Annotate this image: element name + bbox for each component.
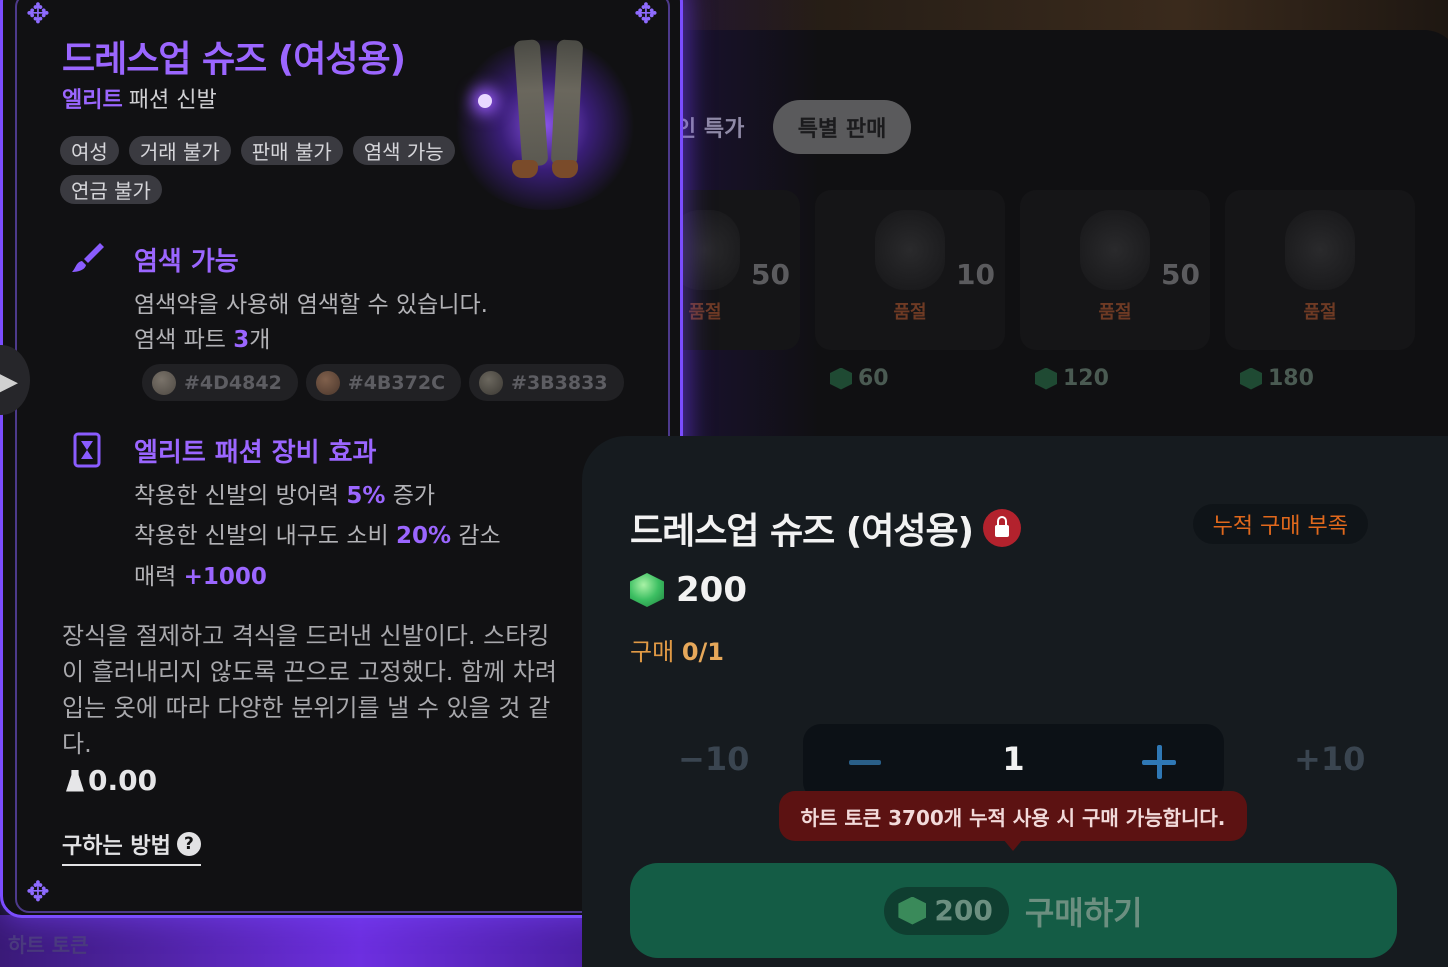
dye-title: 염색 가능 xyxy=(134,247,239,277)
price-value: 120 xyxy=(1063,366,1109,391)
corner-ornament-icon: ✥ xyxy=(634,0,658,30)
purchase-requirement-tooltip: 하트 토큰 3700개 누적 사용 시 구매 가능합니다. xyxy=(779,791,1247,851)
item-thumbnail xyxy=(1285,210,1355,290)
effect-charm: 매력 +1000 xyxy=(134,564,267,590)
dye-description: 염색약을 사용해 염색할 수 있습니다. xyxy=(134,292,488,318)
quantity-stepper: 1 xyxy=(803,724,1224,800)
dye-swatch xyxy=(152,370,176,395)
token-label: 하트 토큰 xyxy=(8,933,89,957)
gem-icon xyxy=(1035,367,1057,390)
weight-icon xyxy=(66,769,84,792)
item-thumbnail xyxy=(875,210,945,290)
effect-defense: 착용한 신발의 방어력 5% 증가 xyxy=(134,483,436,509)
increment-button[interactable] xyxy=(1140,742,1180,782)
effect-durability: 착용한 신발의 내구도 소비 20% 감소 xyxy=(134,523,501,549)
gem-icon xyxy=(898,896,927,925)
item-count: 50 xyxy=(1161,258,1200,291)
tag-no-alchemy: 연금 불가 xyxy=(60,175,162,204)
shop-item-price: 120 xyxy=(1035,366,1109,391)
purchase-price: 200 xyxy=(630,570,747,610)
item-count: 10 xyxy=(956,258,995,291)
tag-no-trade: 거래 불가 xyxy=(128,136,231,165)
gem-icon xyxy=(630,573,664,607)
purchase-item-title: 드레스업 슈즈 (여성용) xyxy=(630,502,1022,554)
plus-10-button[interactable]: +10 xyxy=(1294,740,1365,778)
shop-item-price: 180 xyxy=(1240,366,1314,391)
purchase-panel: 드레스업 슈즈 (여성용) 누적 구매 부족 200 구매 0/1 −10 1 … xyxy=(582,436,1448,967)
item-count: 50 xyxy=(751,258,790,291)
sold-out-label: 품절 xyxy=(893,302,927,323)
paint-brush-icon xyxy=(72,243,104,272)
corner-ornament-icon: ✥ xyxy=(26,0,50,30)
gem-icon xyxy=(830,367,852,390)
effect-title: 엘리트 패션 장비 효과 xyxy=(134,438,377,468)
corner-ornament-icon: ✥ xyxy=(26,875,50,908)
tab-special-sale[interactable]: 특별 판매 xyxy=(773,100,911,154)
gem-icon xyxy=(1240,367,1262,390)
sold-out-label: 품절 xyxy=(1098,302,1132,323)
sold-out-label: 품절 xyxy=(1303,302,1337,323)
buy-button[interactable]: 200 구매하기 xyxy=(630,863,1397,958)
item-image xyxy=(440,30,640,210)
dye-color-chip[interactable]: #4D4842 xyxy=(142,364,298,401)
help-icon: ? xyxy=(176,832,201,856)
item-description: 장식을 절제하고 격식을 드러낸 신발이다. 스타킹이 흘러내리지 않도록 끈으… xyxy=(62,622,558,758)
dye-color-chip[interactable]: #3B3833 xyxy=(469,364,624,401)
how-to-obtain-link[interactable]: 구하는 방법 ? xyxy=(62,828,201,866)
shop-item-price: 60 xyxy=(830,366,889,391)
tooltip-item-title: 드레스업 슈즈 (여성용) xyxy=(62,39,406,80)
purchase-warning-badge: 누적 구매 부족 xyxy=(1192,504,1368,544)
sparkle-icon xyxy=(478,94,492,108)
price-value: 60 xyxy=(858,366,889,391)
price-value: 180 xyxy=(1268,366,1314,391)
item-tags: 여성 거래 불가 판매 불가 염색 가능 연금 불가 xyxy=(60,136,480,204)
fashion-card-icon xyxy=(73,432,101,468)
token-balance-bar: 하트 토큰 xyxy=(0,915,600,967)
shoe-left xyxy=(512,160,538,178)
buy-price-chip: 200 xyxy=(884,886,1009,935)
tooltip-item-category: 엘리트 패션 신발 xyxy=(62,82,217,114)
dye-color-chip[interactable]: #4B372C xyxy=(305,364,462,401)
dye-swatch xyxy=(315,370,340,395)
shop-item-card[interactable]: 10 품절 xyxy=(815,190,1005,350)
buy-button-label: 구매하기 xyxy=(1024,893,1143,932)
dye-parts: 염색 파트 3개 xyxy=(134,327,271,353)
chevron-left-icon: ▶ xyxy=(0,367,18,397)
item-thumbnail xyxy=(1080,210,1150,290)
tag-gender: 여성 xyxy=(60,136,119,165)
item-type: 패션 신발 xyxy=(128,88,217,113)
dye-swatch xyxy=(479,370,504,395)
screen: 할인 특가 특별 판매 50 품절 10 품절 50 품절 품절 60 120 … xyxy=(0,0,1448,967)
shop-item-card[interactable]: 품절 xyxy=(1225,190,1415,350)
tag-no-sell: 판매 불가 xyxy=(240,136,343,165)
shoe-right xyxy=(552,160,578,178)
dye-color-list: #4D4842 #4B372C #3B3833 xyxy=(142,364,624,401)
shop-item-card[interactable]: 50 품절 xyxy=(1020,190,1210,350)
purchase-limit: 구매 0/1 xyxy=(630,638,724,666)
item-grade: 엘리트 xyxy=(62,88,123,113)
item-weight: 0.00 xyxy=(66,764,157,797)
lock-icon xyxy=(983,509,1022,547)
minus-10-button[interactable]: −10 xyxy=(678,740,749,778)
